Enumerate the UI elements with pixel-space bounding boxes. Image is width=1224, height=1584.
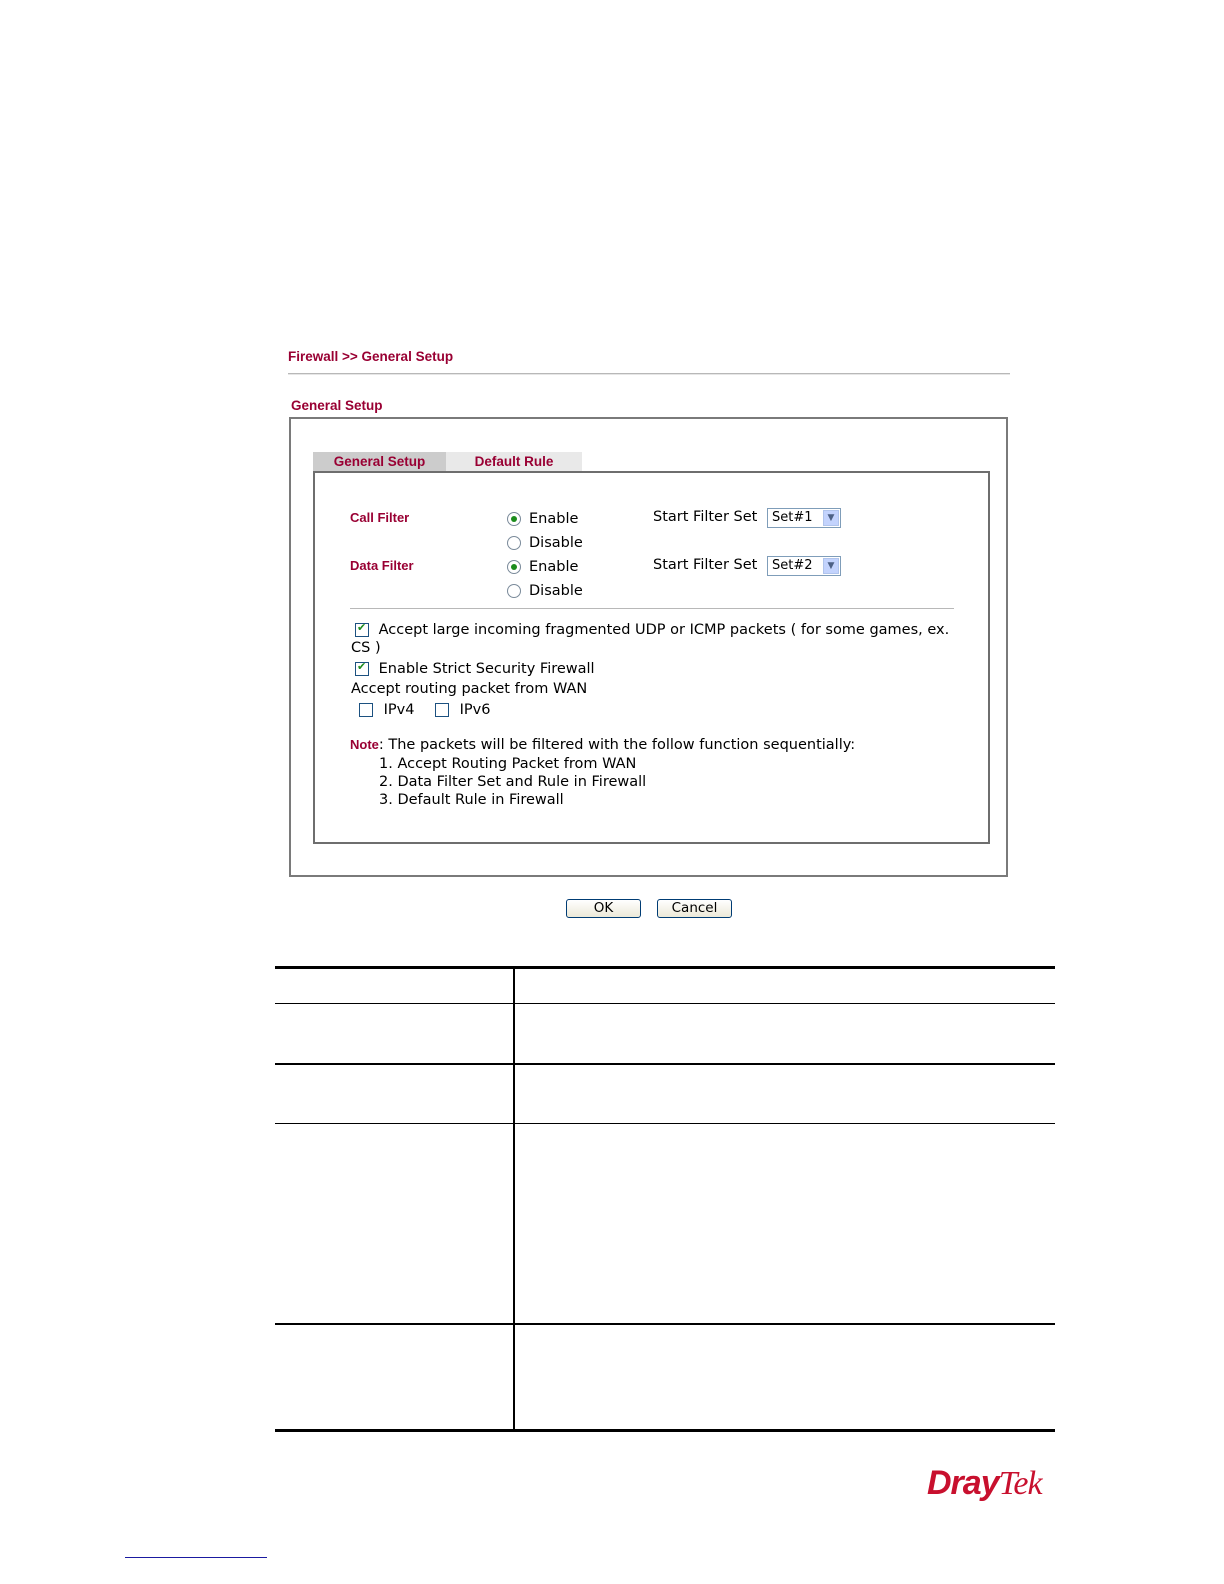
call-filter-start-set-select[interactable]: Set#1 ▼: [767, 508, 841, 528]
table-row-divider: [275, 1063, 1055, 1065]
table-bottom-border: [275, 1429, 1055, 1432]
call-filter-enable-label: Enable: [529, 511, 579, 527]
ipv4-option: IPv4: [359, 702, 414, 718]
accept-fragmented-checkbox[interactable]: [355, 621, 369, 637]
call-filter-start-set-value: Set#1: [772, 510, 813, 525]
tab-default-rule[interactable]: Default Rule: [446, 452, 582, 472]
logo-part-2: Tek: [998, 1465, 1043, 1502]
data-filter-label: Data Filter: [350, 558, 414, 573]
table-row-divider: [275, 1123, 1055, 1124]
ipv6-checkbox[interactable]: [435, 703, 449, 717]
note-text: : The packets will be filtered with the …: [378, 737, 856, 753]
logo-part-1: Dray: [927, 1464, 1000, 1502]
note: Note: The packets will be filtered with …: [350, 737, 855, 753]
ipv4-checkbox[interactable]: [359, 703, 373, 717]
call-filter-disable-radio[interactable]: [507, 536, 521, 550]
tab-general-setup[interactable]: General Setup: [313, 452, 446, 472]
table-top-border: [275, 966, 1055, 969]
accept-fragmented-label: Accept large incoming fragmented UDP or …: [378, 622, 950, 638]
accept-fragmented-option: Accept large incoming fragmented UDP or …: [355, 621, 950, 638]
data-filter-enable-label: Enable: [529, 559, 579, 575]
table-column-divider: [513, 966, 515, 1432]
call-filter-disable-label: Disable: [529, 535, 583, 551]
breadcrumb: Firewall >> General Setup: [288, 349, 454, 364]
table-row-divider: [275, 1003, 1055, 1004]
table-row-divider: [275, 1323, 1055, 1325]
ipv6-label: IPv6: [459, 702, 491, 718]
cancel-button[interactable]: Cancel: [657, 899, 732, 918]
call-filter-start-set-label: Start Filter Set: [653, 509, 758, 525]
data-filter-enable-radio[interactable]: [507, 560, 521, 574]
note-item-2: 2. Data Filter Set and Rule in Firewall: [379, 774, 647, 790]
call-filter-label: Call Filter: [350, 510, 410, 525]
call-filter-enable-radio[interactable]: [507, 512, 521, 526]
ipv6-option: IPv6: [435, 702, 490, 718]
data-filter-disable-option[interactable]: Disable: [507, 583, 583, 599]
note-item-3: 3. Default Rule in Firewall: [379, 792, 564, 808]
strict-firewall-label: Enable Strict Security Firewall: [378, 661, 595, 677]
note-item-1: 1. Accept Routing Packet from WAN: [379, 756, 637, 772]
data-filter-start-set-label: Start Filter Set: [653, 557, 758, 573]
data-filter-start-set-select[interactable]: Set#2 ▼: [767, 556, 841, 576]
section-title: General Setup: [291, 398, 383, 413]
description-table: [275, 966, 1055, 1432]
strict-firewall-checkbox[interactable]: [355, 660, 369, 676]
data-filter-disable-radio[interactable]: [507, 584, 521, 598]
chevron-down-icon[interactable]: ▼: [823, 510, 839, 526]
data-filter-start-set-value: Set#2: [772, 558, 813, 573]
strict-firewall-option: Enable Strict Security Firewall: [355, 660, 595, 677]
footer-line: [125, 1557, 267, 1558]
accept-fragmented-label-cont: CS ): [351, 640, 381, 656]
call-filter-disable-option[interactable]: Disable: [507, 535, 583, 551]
options-divider: [350, 608, 954, 609]
header-divider: [288, 373, 1010, 375]
routing-packet-label: Accept routing packet from WAN: [351, 681, 588, 697]
call-filter-enable-option[interactable]: Enable: [507, 511, 578, 527]
draytek-logo: DrayTek: [927, 1464, 1043, 1503]
note-label: Note: [350, 737, 379, 752]
ok-button[interactable]: OK: [566, 899, 641, 918]
ipv4-label: IPv4: [383, 702, 415, 718]
data-filter-disable-label: Disable: [529, 583, 583, 599]
data-filter-enable-option[interactable]: Enable: [507, 559, 578, 575]
chevron-down-icon[interactable]: ▼: [823, 558, 839, 574]
